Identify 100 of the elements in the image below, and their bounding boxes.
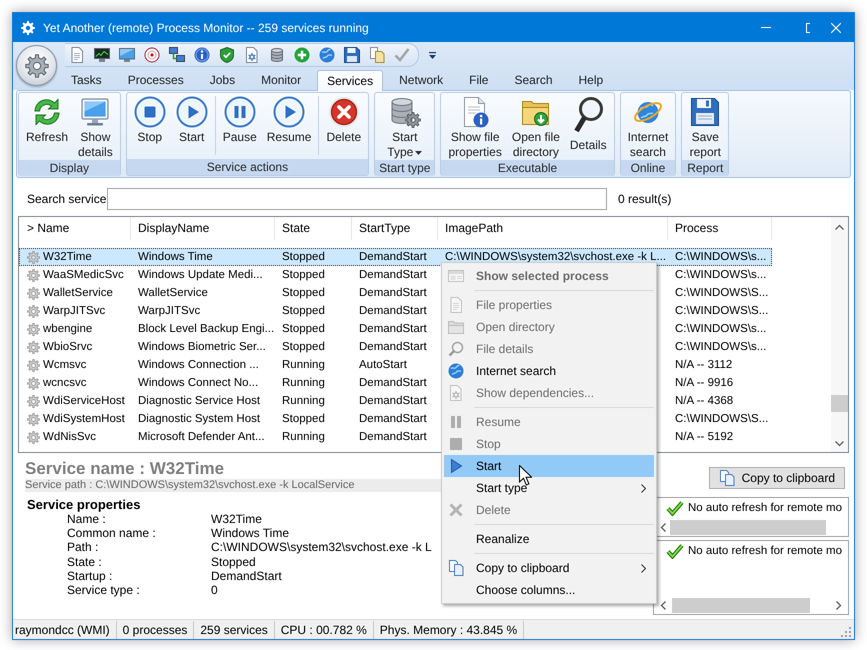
maximize-icon [806, 22, 810, 32]
document-gear-icon [448, 385, 464, 401]
property-value: Windows Time [211, 526, 290, 540]
search-field[interactable] [107, 188, 607, 210]
ribbon-button[interactable]: Start Type [382, 93, 428, 160]
tab[interactable]: Help [568, 69, 614, 90]
table-cell-text: N/A -- 5192 [674, 430, 734, 445]
folder-icon [448, 319, 464, 335]
table-cell-text: Block Level Backup Engi... [137, 322, 275, 337]
tab[interactable]: Search [504, 69, 562, 90]
property-label: Startup : [67, 568, 114, 584]
menu-item[interactable]: Internet search [444, 360, 654, 382]
tab[interactable]: Monitor [251, 69, 312, 90]
column-header[interactable]: ImagePath [438, 217, 668, 240]
monitor-icon[interactable] [119, 47, 135, 63]
column-header[interactable]: StartType [352, 217, 438, 240]
tab[interactable]: Jobs [200, 69, 246, 90]
group-label: Executable [441, 160, 614, 176]
monitor-chart-icon[interactable] [94, 47, 110, 63]
menu-item[interactable]: Copy to clipboard [444, 557, 654, 579]
info-icon[interactable] [194, 47, 210, 63]
ribbon-button[interactable]: Start [170, 93, 213, 145]
ribbon-button[interactable]: Delete [321, 93, 366, 145]
table-cell-text: Diagnostic Service Host [137, 394, 262, 409]
ribbon-button[interactable]: Resume [262, 93, 316, 145]
table-cell-text: C:\WINDOWS\s... [674, 322, 768, 337]
scrollbar-thumb[interactable] [672, 598, 810, 613]
ribbon-button[interactable]: Details [564, 93, 612, 153]
ribbon-button[interactable]: Internet search [622, 93, 674, 160]
copy-icon[interactable] [369, 47, 385, 63]
document-icon [448, 297, 464, 313]
table-cell-text: N/A -- 9916 [674, 376, 734, 391]
status-text: Phys. Memory : 43.845 % [374, 620, 524, 638]
property-label: Path : [67, 540, 100, 555]
tab[interactable]: Tasks [61, 69, 112, 90]
chevron-left-icon[interactable] [660, 523, 666, 532]
tab[interactable]: Services [317, 70, 384, 91]
table-cell-text: DemandStart [358, 340, 428, 355]
chevron-right-icon [641, 484, 646, 492]
gear-icon [27, 340, 40, 354]
menu-item[interactable]: Reanalize [444, 528, 654, 550]
table-cell-text: Stopped [281, 340, 326, 355]
computers-icon[interactable] [169, 47, 185, 63]
gear-icon [21, 20, 35, 34]
ribbon-button[interactable]: Stop [128, 93, 171, 145]
shield-check-icon[interactable] [219, 47, 235, 63]
close-icon [831, 22, 841, 32]
tab[interactable]: Processes [118, 69, 194, 90]
stop-icon [448, 436, 464, 452]
ribbon-button[interactable]: Open file directory [506, 93, 565, 160]
size-grip-icon [841, 627, 851, 637]
ribbon-button[interactable]: Pause [218, 93, 262, 145]
table-cell-text: Running [281, 394, 326, 409]
document-gear-icon[interactable] [244, 47, 260, 63]
column-header[interactable]: > Name [19, 217, 131, 240]
menu-item[interactable]: Start [444, 455, 654, 477]
scrollbar-thumb[interactable] [670, 520, 826, 535]
table-cell-text: WaaSMedicSvc [43, 268, 124, 283]
ribbon-button[interactable]: Save report [684, 93, 726, 160]
table-cell-text: DemandStart [358, 376, 428, 391]
copy-button[interactable]: Copy to clipboard [708, 467, 845, 489]
scrollbar-thumb[interactable] [831, 395, 848, 412]
stop-icon [134, 96, 166, 128]
database-icon[interactable] [269, 47, 285, 63]
gear-icon [27, 304, 40, 318]
column-header[interactable]: Process [668, 217, 772, 240]
chevron-down-icon[interactable] [835, 441, 844, 447]
table-cell-text: C:\WINDOWS\S... [674, 286, 770, 301]
table-row[interactable]: W32Time Windows Time Stopped DemandStart C:\WINDOWS\system32\svchost.exe -k L... C:\WINDOWS\s... [19, 248, 772, 266]
menu-item[interactable]: Choose columns... [444, 579, 654, 601]
ribbon-button[interactable]: Show file properties [443, 93, 507, 160]
ribbon-button[interactable]: Refresh [21, 93, 74, 145]
dropdown-arrow-icon[interactable] [429, 52, 436, 58]
document-icon[interactable] [69, 47, 85, 63]
column-header[interactable]: State [275, 217, 352, 240]
globe-icon[interactable] [319, 47, 335, 63]
ribbon-button[interactable]: Show details [73, 93, 118, 160]
property-value: Stopped [211, 554, 257, 569]
chevron-right-icon[interactable] [836, 601, 842, 610]
property-value: DemandStart [211, 568, 283, 584]
checkmark-icon[interactable] [394, 47, 410, 63]
table-cell-text: C:\WINDOWS\S... [674, 412, 770, 427]
gear-icon [27, 250, 40, 264]
tab[interactable]: File [459, 69, 498, 90]
chevron-left-icon[interactable] [660, 601, 666, 610]
mouse-pointer-icon [519, 465, 532, 486]
gear-icon [27, 268, 40, 282]
plus-icon[interactable] [294, 47, 310, 63]
target-icon[interactable] [144, 47, 160, 63]
column-header[interactable]: DisplayName [131, 217, 275, 240]
table-cell-text: N/A -- 3112 [674, 358, 734, 373]
chevron-right-icon [641, 564, 646, 572]
property-label: Common name : [67, 526, 157, 540]
cross-icon [448, 502, 464, 518]
table-cell-text: DemandStart [358, 430, 428, 445]
chevron-up-icon[interactable] [835, 224, 844, 230]
tab[interactable]: Network [389, 69, 454, 90]
property-label: State : [67, 554, 103, 569]
table-cell-text: C:\WINDOWS\s... [674, 250, 768, 265]
table-cell-text: C:\WINDOWS\system32\svchost.exe -k L... [444, 250, 668, 265]
